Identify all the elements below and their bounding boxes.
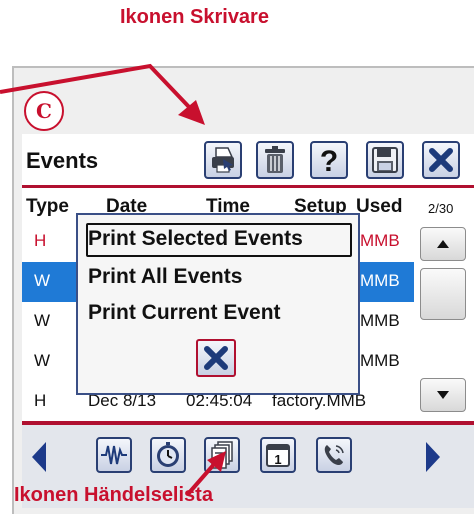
event-list-icon-callout: Ikonen Händelselista xyxy=(14,484,213,506)
printer-callout-arrowhead xyxy=(178,100,205,125)
callout-arrows xyxy=(0,63,226,496)
